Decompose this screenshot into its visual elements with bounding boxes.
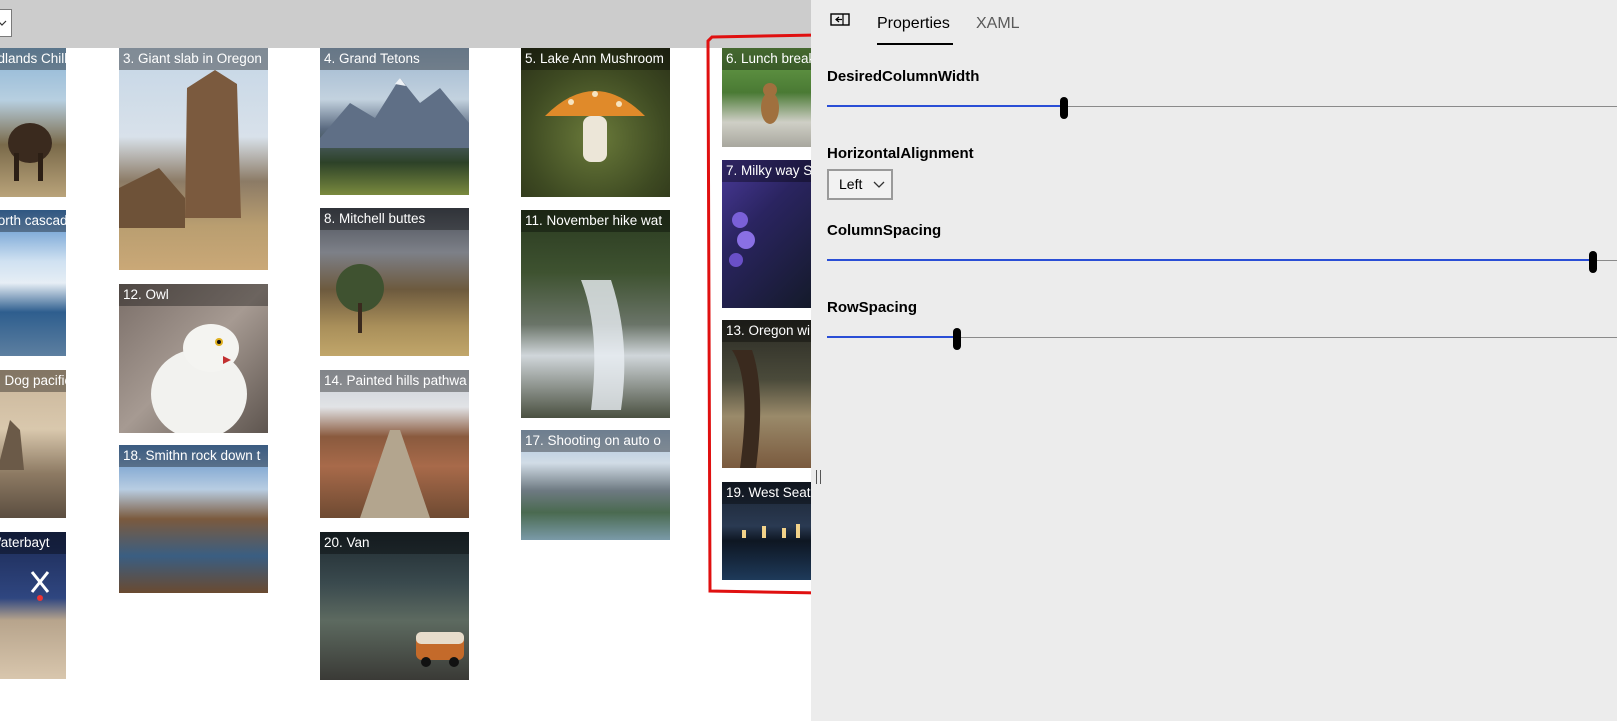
tab-properties[interactable]: Properties — [877, 14, 950, 34]
desired-column-width-label: DesiredColumnWidth — [827, 68, 980, 85]
sea-stack-shape — [0, 420, 24, 470]
row-spacing-slider[interactable] — [827, 328, 1617, 350]
bison-silhouette — [8, 123, 52, 181]
slider-thumb[interactable] — [953, 328, 962, 350]
tile-caption: 21. Waterbayt — [0, 532, 66, 554]
photo-tile[interactable]: 14. Painted hills pathwa — [320, 370, 469, 518]
photo-tile[interactable]: 17. Shooting on auto o — [521, 430, 670, 540]
tile-caption: 17. Shooting on auto o — [521, 430, 670, 452]
boardwalk-shape — [360, 430, 430, 518]
mountain-peaks-shape — [320, 78, 469, 148]
van-shape — [416, 632, 464, 667]
photo-tile[interactable]: 5. Lake Ann Mushroom — [521, 48, 670, 197]
photo-tile[interactable]: 4. Grand Tetons — [320, 48, 469, 195]
rock-slab-shape — [119, 70, 241, 228]
photo-tile[interactable]: 12. Owl — [119, 284, 268, 433]
slider-fill — [827, 105, 1064, 107]
combo-box-stub[interactable] — [0, 9, 12, 37]
tile-caption: 14. Painted hills pathwa — [320, 370, 469, 392]
tile-caption: 18. Smithn rock down t — [119, 445, 268, 467]
photo-tile[interactable]: 20. Van — [320, 532, 469, 680]
photo-tile[interactable]: 9. North cascades — [0, 210, 66, 356]
horizontal-alignment-dropdown[interactable]: Left — [827, 169, 893, 200]
column-spacing-label: ColumnSpacing — [827, 222, 942, 239]
crossing-sign-shape — [30, 571, 50, 601]
slider-fill — [827, 259, 1594, 261]
tile-caption: 11. November hike wat — [521, 210, 670, 232]
slider-thumb[interactable] — [1060, 97, 1068, 119]
column-spacing-slider[interactable] — [827, 251, 1617, 273]
tile-caption: 3. Giant slab in Oregon — [119, 48, 268, 70]
photo-tile[interactable]: 18. Smithn rock down t — [119, 445, 268, 593]
tab-xaml[interactable]: XAML — [976, 14, 1020, 34]
photo-tile[interactable]: 3. Giant slab in Oregon — [119, 48, 268, 270]
dropdown-selected-value: Left — [839, 176, 863, 192]
tab-selected-indicator — [877, 43, 953, 45]
waterfall-shape — [581, 280, 625, 410]
photo-tile[interactable]: 2. Badlands Chilli — [0, 48, 66, 197]
tile-caption: 5. Lake Ann Mushroom — [521, 48, 670, 70]
chevron-down-icon — [873, 181, 885, 188]
slider-thumb[interactable] — [1589, 251, 1598, 273]
tile-caption: 20. Van — [320, 532, 469, 554]
photo-gallery: 2. Badlands Chilli 9. North cascades 15.… — [0, 48, 811, 721]
tree-shape — [336, 264, 384, 333]
tile-caption: 4. Grand Tetons — [320, 48, 469, 70]
slider-fill — [827, 336, 958, 338]
horizontal-alignment-label: HorizontalAlignment — [827, 145, 974, 162]
dock-panel-icon[interactable] — [830, 13, 850, 28]
photo-tile[interactable]: 21. Waterbayt — [0, 532, 66, 679]
tile-caption: 8. Mitchell buttes — [320, 208, 469, 230]
properties-panel: Properties XAML DesiredColumnWidth Horiz… — [811, 0, 1617, 721]
photo-tile[interactable]: 15. Dog pacific — [0, 370, 66, 518]
mushroom-shape — [545, 91, 645, 162]
highlight-outline — [706, 33, 824, 595]
top-bar — [0, 0, 811, 48]
photo-tile[interactable]: 11. November hike wat — [521, 210, 670, 418]
tile-caption: 15. Dog pacific — [0, 370, 66, 392]
photo-tile[interactable]: 8. Mitchell buttes — [320, 208, 469, 356]
tile-caption: 12. Owl — [119, 284, 268, 306]
owl-shape — [151, 324, 247, 433]
desired-column-width-slider[interactable] — [827, 97, 1617, 119]
row-spacing-label: RowSpacing — [827, 299, 918, 316]
tile-caption: 9. North cascades — [0, 210, 66, 232]
chevron-down-icon — [0, 20, 7, 26]
tile-caption: 2. Badlands Chilli — [0, 48, 66, 70]
grip-icon[interactable] — [816, 470, 821, 484]
